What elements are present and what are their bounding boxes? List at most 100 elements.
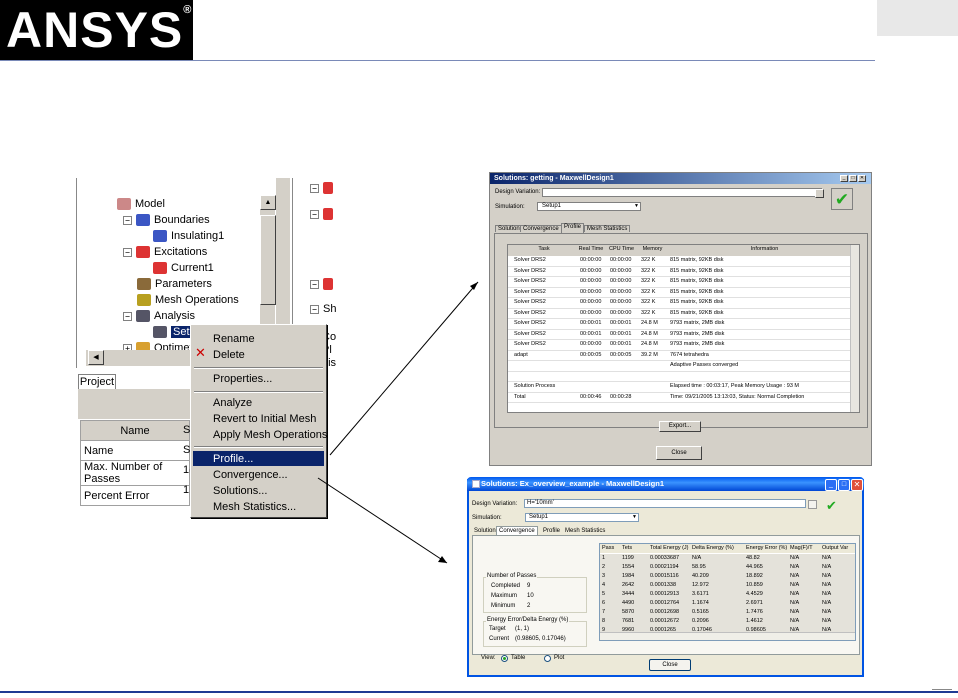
table-row[interactable]: 2 1554 0.00021194 58.95 44.965 N/A N/A [600,563,855,572]
table-row[interactable]: Solver DRS2 00:00:01 00:00:01 24.8 M 9793 ma… [508,330,859,340]
table-row[interactable]: 5 3444 0.00012913 3.6171 4.4529 N/A N/A [600,590,855,599]
column-header[interactable]: Memory [637,246,668,252]
current-value: (0.98605, 0.17046) [515,636,566,642]
table-cell: N/A [790,609,800,615]
tab-solution[interactable]: Solution [495,225,523,232]
table-cell: 8 [602,618,606,624]
table-row[interactable]: Solver DRS2 00:00:01 00:00:01 24.8 M 9793 ma… [508,319,859,330]
table-cell: adapt [514,351,528,358]
table-row[interactable]: 4 2642 0.0001338 12.972 10.859 N/A N/A [600,581,855,590]
table-row[interactable]: Solver DRS2 00:00:00 00:00:00 322 K 815 matr… [508,288,859,298]
table-row[interactable]: 8 7681 0.00012672 0.2096 1.4612 N/A N/A [600,617,855,626]
table-cell: 322 K [641,309,656,316]
close-button[interactable]: Close [656,446,702,460]
table-cell: Solver DRS2 [514,278,546,284]
table-row[interactable]: Solver DRS2 00:00:00 00:00:00 322 K 815 matr… [508,277,859,288]
maximize-icon[interactable]: □ [838,479,850,491]
export-button[interactable]: Export... [659,421,701,432]
table-row[interactable]: Solver DRS2 00:00:00 00:00:00 322 K 815 matr… [508,256,859,267]
view-table-label[interactable]: Table [511,655,525,661]
table-cell: N/A [822,618,832,624]
column-header[interactable]: Task [512,246,576,252]
table-scrollbar[interactable] [850,245,859,412]
table-cell: 322 K [641,257,656,263]
table-row[interactable]: Total 00:00:46 00:00:28 Time: 09/21/2005 13… [508,393,859,403]
footer-divider [0,691,958,693]
design-variation-label: Design Variation: [495,189,541,195]
column-header[interactable]: Delta Energy (%) [692,545,734,551]
table-row[interactable]: 1 1199 0.00033687 N/A 48.82 N/A N/A [600,554,855,563]
column-header[interactable]: Pass [602,545,614,551]
design-variation-field[interactable] [542,188,822,197]
table-cell: 0.00033687 [650,555,680,561]
table-cell: N/A [790,582,800,588]
dialog-title: Solutions: getting - MaxwellDesign1 [494,175,614,182]
table-cell: Solver DRS2 [514,309,546,316]
tab-profile[interactable]: Profile [561,223,585,233]
table-cell: 2.6971 [746,600,763,606]
tab-profile[interactable]: Profile [543,528,560,534]
table-row[interactable]: Solver DRS2 00:00:00 00:00:00 322 K 815 matr… [508,309,859,319]
simulation-select[interactable]: Setup1 ▼ [537,202,641,211]
table-cell: 10.859 [746,582,763,588]
simulation-select[interactable]: Setup1 ▼ [525,513,639,522]
column-header[interactable]: Real Time [576,246,606,252]
table-row[interactable]: Adaptive Passes converged [508,361,859,372]
minimize-icon[interactable]: _ [825,479,837,491]
browse-button[interactable] [808,500,817,509]
table-cell: 0.00012764 [650,600,680,606]
table-row[interactable]: 6 4490 0.00012764 1.1674 2.6971 N/A N/A [600,599,855,608]
design-variation-value: H='10mm' [527,500,554,506]
column-header[interactable]: Total Energy (J) [650,545,689,551]
table-cell: N/A [790,555,800,561]
maximum-value: 10 [527,593,534,599]
tab-solution[interactable]: Solution [474,528,496,534]
table-row[interactable]: Solver DRS2 00:00:00 00:00:00 322 K 815 matr… [508,267,859,277]
table-row[interactable]: 3 1984 0.00015116 40.209 18.892 N/A N/A [600,572,855,581]
arrow-to-profile [329,281,479,456]
table-row[interactable]: Solution Process Elapsed time : 00:03:17,… [508,382,859,393]
column-header[interactable]: Energy Error (%) [746,545,787,551]
table-cell: 2 [602,564,606,570]
minimum-label: Minimum [491,603,516,609]
checkmark-icon[interactable]: ✔ [831,188,853,210]
table-cell: 24.8 M [641,320,658,326]
table-row[interactable]: 7 5870 0.00012698 0.5165 1.7476 N/A N/A [600,608,855,617]
table-cell: Solver DRS2 [514,288,546,295]
column-header[interactable]: Mag(F)/T [790,545,813,551]
table-row[interactable]: Solver DRS2 00:00:00 00:00:00 322 K 815 matr… [508,298,859,309]
tab-mesh-statistics[interactable]: Mesh Statistics [565,528,605,534]
column-header[interactable]: Output Var [822,545,848,551]
target-label: Target [489,626,506,632]
view-table-radio[interactable] [501,655,508,662]
close-button[interactable]: Close [649,659,691,671]
table-cell: N/A [822,609,832,615]
close-icon[interactable]: ✕ [851,479,863,491]
view-plot-label[interactable]: Plot [554,655,564,661]
table-cell: Elapsed time : 00:03:17, Peak Memory Usa… [670,383,800,389]
table-cell: 00:00:01 [580,320,602,326]
table-cell: 00:00:00 [610,299,632,305]
table-row[interactable] [508,372,859,382]
view-plot-radio[interactable] [544,655,551,662]
table-cell: N/A [692,555,702,561]
close-icon[interactable]: ✕ [858,175,866,182]
table-row[interactable]: adapt 00:00:05 00:00:05 39.2 M 7674 tetrahed… [508,351,859,361]
column-header[interactable]: Tets [622,545,632,551]
table-row[interactable]: Solver DRS2 00:00:00 00:00:01 24.8 M 9793 ma… [508,340,859,351]
minimize-icon[interactable]: _ [840,175,848,182]
column-header[interactable]: CPU Time [606,246,637,252]
tab-mesh-statistics[interactable]: Mesh Statistics [584,225,631,232]
browse-button[interactable] [815,189,824,198]
profile-dialog: Solutions: getting - MaxwellDesign1 _ □ … [489,172,872,466]
design-variation-field[interactable]: H='10mm' [524,499,806,508]
tab-convergence[interactable]: Convergence [520,225,562,232]
checkmark-icon[interactable]: ✔ [824,498,839,513]
table-horizontal-scrollbar[interactable] [600,632,855,640]
table-cell: 3 [602,573,606,579]
column-header[interactable]: Information [668,246,859,252]
footer-mark [932,689,952,690]
table-cell: N/A [822,600,832,606]
tab-convergence[interactable]: Convergence [496,526,538,535]
maximize-icon[interactable]: □ [849,175,857,182]
